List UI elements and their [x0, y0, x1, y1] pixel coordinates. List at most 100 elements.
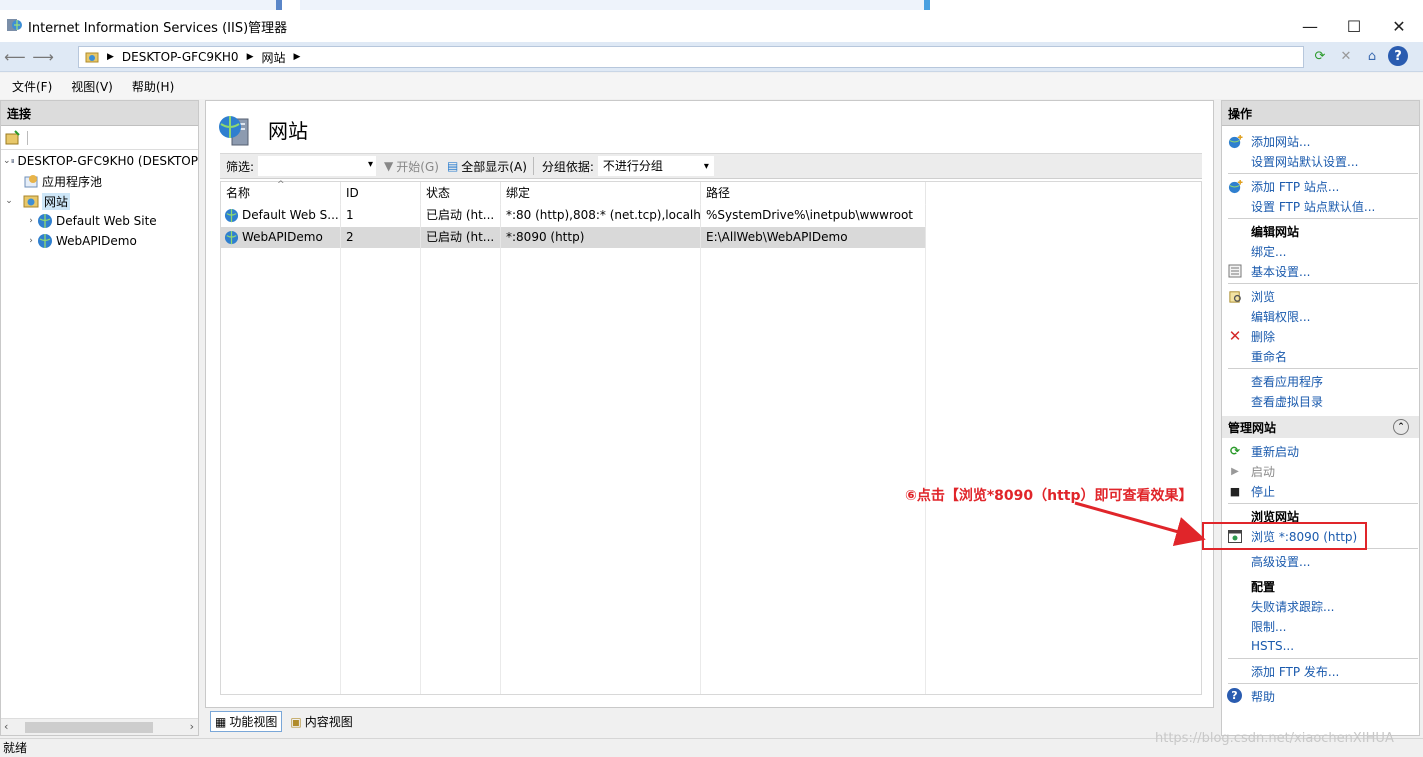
tree-item-sites[interactable]: ⌄ 网站 — [1, 191, 198, 211]
play-icon: ▶ — [1227, 463, 1243, 479]
annotation-highlight-box — [1202, 522, 1367, 550]
content-view-icon: ▣ — [290, 715, 301, 729]
restart-icon: ⟳ — [1227, 443, 1243, 459]
sites-globe-server-icon — [218, 113, 252, 147]
column-header-status[interactable]: 状态 — [421, 182, 501, 204]
tree-item-webapidemo[interactable]: › WebAPIDemo — [1, 231, 198, 251]
action-site-defaults[interactable]: 设置网站默认设置... — [1222, 151, 1419, 171]
page-title: 网站 — [268, 115, 308, 144]
help-circle-icon: ? — [1227, 688, 1242, 703]
delete-x-icon: ✕ — [1227, 328, 1243, 344]
table-header: 名称 ID 状态 绑定 路径 — [221, 182, 926, 204]
action-stop[interactable]: ■ 停止 — [1222, 481, 1419, 501]
action-start[interactable]: ▶ 启动 — [1222, 461, 1419, 481]
status-text: 就绪 — [3, 741, 27, 755]
maximize-button[interactable]: ☐ — [1331, 12, 1377, 40]
action-failed-request-tracing[interactable]: 失败请求跟踪... — [1222, 596, 1419, 616]
scroll-left-icon[interactable]: ‹ — [4, 720, 8, 733]
column-header-id[interactable]: ID — [341, 182, 421, 204]
action-ftp-defaults[interactable]: 设置 FTP 站点默认值... — [1222, 196, 1419, 216]
start-filter-button[interactable]: ▼ 开始(G) — [384, 158, 439, 175]
action-limits[interactable]: 限制... — [1222, 616, 1419, 636]
minimize-button[interactable]: — — [1287, 12, 1333, 40]
action-hsts[interactable]: HSTS... — [1222, 636, 1419, 656]
horizontal-scrollbar[interactable]: ‹ › — [1, 718, 198, 735]
action-browse[interactable]: 浏览 — [1222, 286, 1419, 306]
section-edit-site: 编辑网站 — [1251, 223, 1299, 240]
sites-table: 名称 ID 状态 绑定 路径 ^ Default Web S... 1 已启动 … — [220, 181, 1202, 695]
connections-header: 连接 — [1, 101, 198, 126]
table-row[interactable]: WebAPIDemo 2 已启动 (ht... *:8090 (http) E:… — [221, 227, 926, 248]
filter-toolbar: 筛选: ▼ 开始(G) ▤ 全部显示(A) 分组依据: 不进行分组 — [220, 153, 1202, 179]
action-rename[interactable]: 重命名 — [1222, 346, 1419, 366]
action-edit-permissions[interactable]: 编辑权限... — [1222, 306, 1419, 326]
back-arrow-icon[interactable]: ⟵ — [4, 46, 26, 68]
action-basic-settings[interactable]: 基本设置... — [1222, 261, 1419, 281]
tab-features-view[interactable]: ▦ 功能视图 — [210, 711, 282, 732]
menu-file[interactable]: 文件(F) — [12, 78, 52, 95]
globe-icon — [224, 208, 239, 223]
collapse-up-icon[interactable]: ⌃ — [1393, 419, 1409, 435]
chevron-right-icon[interactable]: › — [25, 216, 37, 226]
close-button[interactable]: ✕ — [1376, 12, 1422, 40]
group-by-label: 分组依据: — [542, 158, 594, 175]
settings-sheet-icon — [1227, 263, 1243, 279]
tree-item-app-pools[interactable]: 应用程序池 — [1, 171, 198, 191]
action-view-virtual-dirs[interactable]: 查看虚拟目录 — [1222, 391, 1419, 411]
column-header-path[interactable]: 路径 — [701, 182, 926, 204]
actions-pane: 操作 添加网站... 设置网站默认设置... 添加 FTP 站点... 设置 F… — [1221, 100, 1420, 736]
group-by-select[interactable]: 不进行分组 — [598, 156, 714, 176]
connections-toolbar — [1, 126, 198, 150]
home-icon[interactable]: ⌂ — [1362, 46, 1382, 66]
title-bar: Internet Information Services (IIS)管理器 —… — [0, 0, 1423, 42]
add-ftp-icon — [1227, 178, 1243, 194]
manage-site-header[interactable]: 管理网站 ⌃ — [1222, 416, 1419, 438]
filter-input[interactable] — [258, 156, 376, 176]
connect-icon[interactable] — [5, 130, 21, 146]
breadcrumb-separator-icon: ▶ — [247, 52, 254, 62]
chevron-down-icon[interactable]: ⌄ — [3, 156, 11, 166]
globe-icon — [37, 213, 53, 229]
action-add-ftp-publish[interactable]: 添加 FTP 发布... — [1222, 661, 1419, 681]
action-delete[interactable]: ✕ 删除 — [1222, 326, 1419, 346]
globe-icon — [37, 233, 53, 249]
tab-content-view[interactable]: ▣ 内容视图 — [286, 711, 356, 732]
table-row[interactable]: Default Web S... 1 已启动 (ht... *:80 (http… — [221, 205, 926, 226]
breadcrumb[interactable]: ▶ DESKTOP-GFC9KH0 ▶ 网站 ▶ — [78, 46, 1304, 68]
column-header-binding[interactable]: 绑定 — [501, 182, 701, 204]
sites-folder-icon — [23, 193, 39, 209]
action-view-applications[interactable]: 查看应用程序 — [1222, 371, 1419, 391]
show-all-button[interactable]: ▤ 全部显示(A) — [447, 158, 527, 175]
action-help[interactable]: ? 帮助 — [1222, 686, 1419, 706]
menu-help[interactable]: 帮助(H) — [132, 78, 174, 95]
tree-item-default-web-site[interactable]: › Default Web Site — [1, 211, 198, 231]
menu-view[interactable]: 视图(V) — [71, 78, 113, 95]
refresh-icon[interactable]: ⟳ — [1310, 46, 1330, 66]
app-pool-icon — [23, 173, 39, 189]
breadcrumb-separator-icon[interactable]: ▶ — [294, 52, 301, 62]
annotation-text: ⑥点击【浏览*8090（http）即可查看效果】 — [905, 485, 1193, 505]
filter-label: 筛选: — [226, 158, 254, 175]
sites-pane: 网站 筛选: ▼ 开始(G) ▤ 全部显示(A) 分组依据: 不进行分组 名称 … — [205, 100, 1214, 708]
watermark: https://blog.csdn.net/xiaochenXIHUA — [1155, 731, 1394, 746]
stop-icon[interactable]: ✕ — [1336, 46, 1356, 66]
action-bindings[interactable]: 绑定... — [1222, 241, 1419, 261]
features-view-icon: ▦ — [215, 715, 226, 729]
scrollbar-thumb[interactable] — [25, 722, 153, 733]
action-add-ftp-site[interactable]: 添加 FTP 站点... — [1222, 176, 1419, 196]
background-windows-strip — [0, 0, 1423, 10]
chevron-down-icon[interactable]: ⌄ — [3, 196, 15, 206]
forward-arrow-icon[interactable]: ⟶ — [32, 46, 54, 68]
connections-tree: ⌄ DESKTOP-GFC9KH0 (DESKTOP 应用程序池 ⌄ 网站 › … — [1, 151, 198, 251]
help-icon[interactable]: ? — [1388, 46, 1408, 66]
action-add-site[interactable]: 添加网站... — [1222, 131, 1419, 151]
breadcrumb-sites[interactable]: 网站 — [261, 49, 285, 66]
action-restart[interactable]: ⟳ 重新启动 — [1222, 441, 1419, 461]
breadcrumb-server[interactable]: DESKTOP-GFC9KH0 — [122, 50, 239, 64]
tree-item-server[interactable]: ⌄ DESKTOP-GFC9KH0 (DESKTOP — [1, 151, 198, 171]
scroll-right-icon[interactable]: › — [190, 720, 194, 733]
action-advanced-settings[interactable]: 高级设置... — [1222, 551, 1419, 571]
chevron-right-icon[interactable]: › — [25, 236, 37, 246]
add-globe-icon — [1227, 133, 1243, 149]
iis-app-icon — [6, 17, 22, 33]
